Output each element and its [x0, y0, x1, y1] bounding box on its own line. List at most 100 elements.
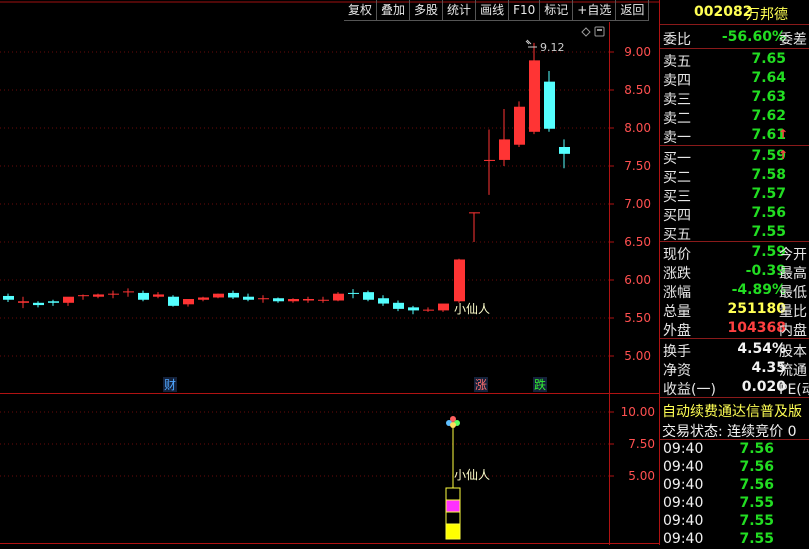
news-ticker[interactable]: 自动续费通达信普及版 — [660, 401, 809, 419]
price-tick-label: 5.00 — [624, 349, 651, 363]
stock-name: 万邦德 — [746, 7, 788, 23]
tick-row: 09:40 7.56 — [663, 477, 774, 493]
stat2-row[interactable]: 净资 4.35 流通 — [660, 360, 809, 379]
bid-row[interactable]: 买一 7.59 ↑ — [660, 148, 809, 167]
candle-body — [303, 299, 314, 301]
candle-body — [138, 292, 149, 300]
candle-body — [228, 292, 239, 298]
candle-body — [258, 298, 269, 300]
tick-row: 09:40 7.55 — [663, 513, 774, 529]
divider — [660, 439, 809, 440]
toolbar-button-3[interactable]: 统计 — [443, 0, 477, 21]
chart-controls — [581, 26, 605, 37]
candle-body — [408, 307, 419, 311]
panel-toggle-icon[interactable] — [594, 26, 605, 37]
quote-panel: 002082 万邦德 委比 -56.60% 委差 卖五 7.65 卖四 7.64 卖三 7… — [660, 0, 809, 547]
ask-row[interactable]: 卖三 7.63 — [660, 89, 809, 108]
candle-body — [48, 301, 59, 303]
stat2-row[interactable]: 换手 4.54% 股本 — [660, 341, 809, 360]
ask-row[interactable]: 卖四 7.64 — [660, 70, 809, 89]
candle-body — [108, 293, 119, 295]
candle-body — [348, 292, 359, 294]
weibi-value: -56.60% — [721, 29, 786, 45]
candle-body — [544, 81, 555, 129]
ask-row[interactable]: 卖一 7.61 ↑ — [660, 127, 809, 146]
tick-row: 09:40 7.56 — [663, 441, 774, 457]
price-tick-label: 6.50 — [624, 235, 651, 249]
candle-tag-label: 小仙人 — [454, 302, 490, 316]
candle-body — [393, 302, 404, 309]
toolbar-button-2[interactable]: 多股 — [410, 0, 444, 21]
candle-body — [3, 295, 14, 300]
weibi-row: 委比 -56.60% 委差 — [663, 29, 807, 48]
divider — [660, 338, 809, 339]
stat-row[interactable]: 总量 251180 量比 — [660, 301, 809, 320]
chart-grid — [0, 51, 609, 357]
bid-row[interactable]: 买四 7.56 — [660, 205, 809, 224]
candle-body — [183, 299, 194, 305]
stat-row[interactable]: 涨跌 -0.39 最高 — [660, 263, 809, 282]
max-price-label: 9.12 — [540, 41, 565, 54]
toolbar-button-8[interactable]: 返回 — [616, 0, 650, 21]
bid-row[interactable]: 买三 7.57 — [660, 186, 809, 205]
indicator-tick-label: 5.00 — [628, 469, 655, 483]
candle-body — [78, 295, 89, 297]
toolbar-button-7[interactable]: +自选 — [573, 0, 617, 21]
candle-body — [288, 299, 299, 302]
candle-body — [213, 293, 224, 298]
candle-body — [33, 302, 44, 306]
tick-row: 09:40 7.55 — [663, 531, 774, 547]
tick-row: 09:40 7.56 — [663, 459, 774, 475]
event-marker: 财 — [164, 378, 176, 392]
candle-body — [559, 147, 570, 154]
candle-body — [514, 106, 525, 145]
stock-code: 002082 — [694, 4, 753, 20]
event-marker: 跌 — [534, 377, 546, 392]
toolbar-button-4[interactable]: 画线 — [476, 0, 510, 21]
stat-row[interactable]: 涨幅 -4.89% 最低 — [660, 282, 809, 301]
ask-row[interactable]: 卖二 7.62 — [660, 108, 809, 127]
stat-row[interactable]: 外盘 104368 内盘 — [660, 320, 809, 339]
price-axis: 9.00 8.50 8.00 7.50 7.00 6.50 6.00 5.50 5.00 — [609, 45, 651, 363]
toolbar-button-5[interactable]: F10 — [509, 0, 541, 21]
indicator-panel: 10.00 7.50 5.00 — [0, 405, 655, 540]
candle-body — [469, 212, 480, 214]
event-marker: 涨 — [475, 377, 487, 392]
toolbar-button-1[interactable]: 叠加 — [377, 0, 411, 21]
max-marker: 9.12 — [525, 39, 565, 54]
trade-status: 交易状态: 连续竞价 0 — [662, 424, 797, 439]
stat2-row[interactable]: 收益(一) 0.020 PE(动 — [660, 379, 809, 398]
candle-body — [153, 294, 164, 297]
ask-row[interactable]: 卖五 7.65 — [660, 51, 809, 70]
indicator-tag-label: 小仙人 — [454, 468, 490, 482]
divider — [660, 241, 809, 242]
toolbar-button-6[interactable]: 标记 — [540, 0, 574, 21]
indicator-tick-label: 7.50 — [628, 437, 655, 451]
toolbar-button-0[interactable]: 复权 — [344, 0, 378, 21]
diamond-icon[interactable] — [581, 27, 591, 37]
candle-body — [438, 303, 449, 311]
candle-body — [529, 60, 540, 132]
candle-body — [423, 309, 434, 311]
candle-body — [93, 294, 104, 297]
price-tick-label: 7.00 — [624, 197, 651, 211]
candle-body — [198, 297, 209, 300]
bid-row[interactable]: 买五 7.55 — [660, 224, 809, 243]
price-tick-label: 9.00 — [624, 45, 651, 59]
price-tick-label: 5.50 — [624, 311, 651, 325]
tick-row: 09:40 7.55 — [663, 495, 774, 511]
divider — [660, 397, 809, 398]
bid-row[interactable]: 买二 7.58 — [660, 167, 809, 186]
event-markers: 财涨跌 — [163, 377, 547, 392]
toolbar: 复权 叠加 多股 统计 画线 F10 标记 +自选 返回 — [344, 0, 650, 22]
stat-row[interactable]: 现价 7.59 今开 — [660, 244, 809, 263]
price-tick-label: 8.50 — [624, 83, 651, 97]
candle-body — [363, 292, 374, 300]
candle-body — [378, 298, 389, 304]
indicator-block — [445, 487, 461, 501]
candle-body — [168, 296, 179, 306]
kline-chart[interactable]: 9.00 8.50 8.00 7.50 7.00 6.50 6.00 5.50 5.00 10.… — [0, 0, 660, 545]
indicator-block — [445, 523, 461, 540]
price-tick-label: 7.50 — [624, 159, 651, 173]
panel-toggle-bar — [597, 29, 602, 31]
